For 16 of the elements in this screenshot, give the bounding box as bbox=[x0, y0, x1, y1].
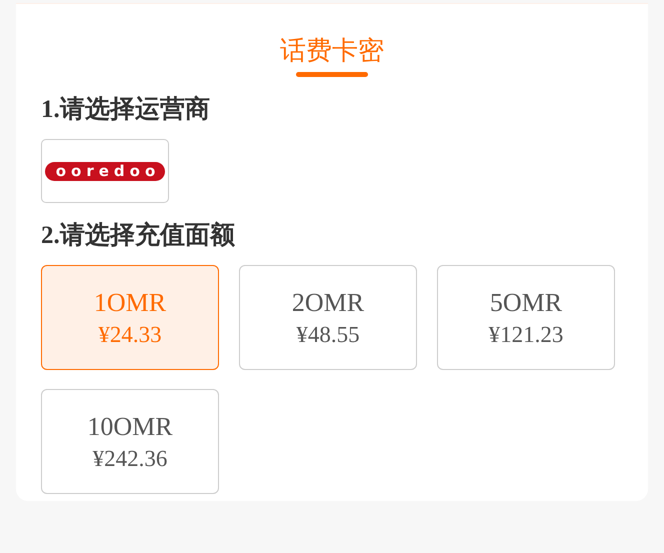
brand-logo: ooredoo bbox=[45, 162, 165, 180]
operator-option[interactable]: ooredoo bbox=[41, 139, 169, 203]
price-text: ¥48.55 bbox=[296, 320, 360, 348]
amount-option[interactable]: 2OMR ¥48.55 bbox=[239, 265, 417, 370]
price-text: ¥121.23 bbox=[488, 320, 564, 348]
amount-text: 2OMR bbox=[292, 286, 364, 318]
section-heading: 2.请选择充值面额 bbox=[41, 221, 236, 251]
price-text: ¥24.33 bbox=[98, 320, 162, 348]
section-heading: 1.请选择运营商 bbox=[41, 95, 211, 125]
amount-text: 5OMR bbox=[490, 286, 562, 318]
amount-text: 10OMR bbox=[87, 410, 173, 442]
amount-text: 1OMR bbox=[94, 286, 166, 318]
tab-underline bbox=[296, 72, 368, 77]
price-text: ¥242.36 bbox=[92, 444, 168, 472]
amount-option[interactable]: 10OMR ¥242.36 bbox=[41, 389, 219, 494]
amount-option[interactable]: 5OMR ¥121.23 bbox=[437, 265, 615, 370]
